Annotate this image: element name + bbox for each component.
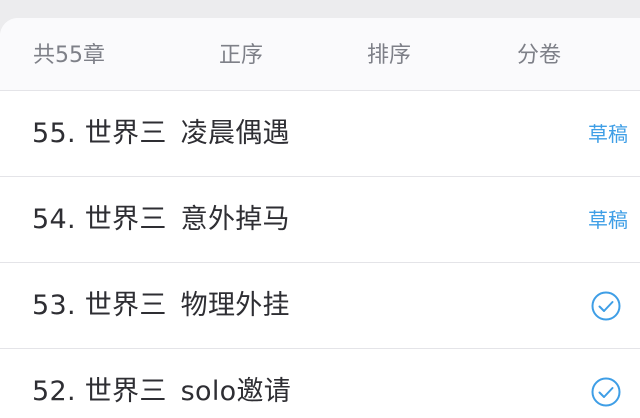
- draft-badge: 草稿: [588, 208, 628, 232]
- chapter-number: 52.: [32, 376, 76, 407]
- chapter-title: 55. 世界三 凌晨偶遇: [32, 91, 290, 177]
- tab-volume[interactable]: 分卷: [517, 18, 561, 90]
- chapter-world: 世界三: [84, 290, 167, 321]
- chapter-row[interactable]: 53. 世界三 物理外挂: [0, 262, 640, 348]
- chapter-list-panel: 共55章 正序 排序 分卷 55. 世界三 凌晨偶遇 草稿 54. 世界三 意外掉马…: [0, 18, 640, 418]
- chapter-world: 世界三: [84, 376, 167, 407]
- chapter-world: 世界三: [84, 204, 167, 235]
- chapter-number: 55.: [32, 118, 76, 149]
- tab-order[interactable]: 正序: [219, 18, 263, 90]
- check-circle-icon: [591, 291, 621, 321]
- check-circle-icon: [591, 377, 621, 407]
- draft-badge: 草稿: [588, 122, 628, 146]
- chapter-toolbar: 共55章 正序 排序 分卷: [0, 18, 640, 90]
- chapter-number: 54.: [32, 204, 76, 235]
- chapter-count-label: 共55章: [33, 43, 105, 68]
- chapter-name: 意外掉马: [180, 204, 290, 235]
- chapter-title: 54. 世界三 意外掉马: [32, 177, 290, 263]
- chapter-list: 55. 世界三 凌晨偶遇 草稿 54. 世界三 意外掉马 草稿 53. 世界三 物理外…: [0, 90, 640, 418]
- chapter-title: 53. 世界三 物理外挂: [32, 263, 290, 349]
- chapter-row[interactable]: 54. 世界三 意外掉马 草稿: [0, 176, 640, 262]
- chapter-row[interactable]: 55. 世界三 凌晨偶遇 草稿: [0, 90, 640, 176]
- chapter-title: 52. 世界三 solo邀请: [32, 349, 291, 418]
- chapter-name: 物理外挂: [180, 290, 290, 321]
- chapter-row[interactable]: 52. 世界三 solo邀请: [0, 348, 640, 418]
- chapter-name: solo邀请: [180, 376, 292, 407]
- tab-sort[interactable]: 排序: [367, 18, 411, 90]
- chapter-world: 世界三: [84, 118, 167, 149]
- chapter-name: 凌晨偶遇: [180, 118, 290, 149]
- chapter-number: 53.: [32, 290, 76, 321]
